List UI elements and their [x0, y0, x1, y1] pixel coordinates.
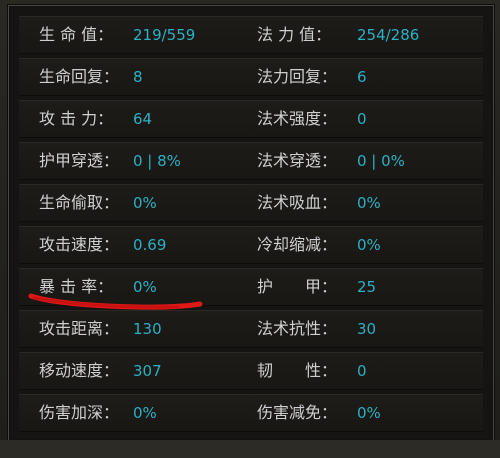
stat-value-health: 219/559 [133, 26, 196, 44]
stat-label-move-speed: 移动速度： [39, 361, 120, 380]
stat-row: 移动速度： 307 韧 性： 0 [19, 352, 483, 390]
stat-value-damage-reduction: 0% [357, 404, 381, 422]
stat-row: 暴 击 率： 0% 护 甲： 25 [19, 268, 483, 306]
stat-label-damage-amp: 伤害加深： [39, 403, 120, 422]
stat-value-attack-damage: 64 [133, 110, 153, 128]
window-bottom-edge [0, 440, 500, 458]
stat-label-spell-vamp: 法术吸血： [257, 193, 338, 212]
stat-value-armor: 25 [357, 278, 377, 296]
stat-label-tenacity: 韧 性： [257, 361, 338, 380]
stat-label-attack-range: 攻击距离： [39, 319, 120, 338]
stat-row: 生 命 值： 219/559 法 力 值： 254/286 [19, 16, 483, 54]
stat-value-armor-pen: 0 | 8% [133, 152, 181, 170]
stat-label-attack-speed: 攻击速度： [39, 235, 120, 254]
stat-row: 生命回复： 8 法力回复： 6 [19, 58, 483, 96]
stat-label-magic-pen: 法术穿透： [257, 151, 338, 170]
stat-value-attack-speed: 0.69 [133, 236, 167, 254]
stat-value-crit-chance: 0% [133, 278, 157, 296]
stat-label-attack-damage: 攻 击 力： [39, 109, 114, 128]
stat-row: 生命偷取： 0% 法术吸血： 0% [19, 184, 483, 222]
stat-label-cooldown-reduction: 冷却缩减： [257, 235, 338, 254]
stat-label-magic-resist: 法术抗性： [257, 319, 338, 338]
stat-value-tenacity: 0 [357, 362, 367, 380]
stat-label-ability-power: 法术强度： [257, 109, 338, 128]
stat-value-attack-range: 130 [133, 320, 162, 338]
stat-label-life-steal: 生命偷取： [39, 193, 120, 212]
stat-label-health: 生 命 值： [39, 25, 114, 44]
stat-value-mana: 254/286 [357, 26, 420, 44]
stat-label-damage-reduction: 伤害减免： [257, 403, 338, 422]
stat-label-health-regen: 生命回复： [39, 67, 120, 86]
stat-row: 护甲穿透： 0 | 8% 法术穿透： 0 | 0% [19, 142, 483, 180]
stat-value-damage-amp: 0% [133, 404, 157, 422]
stat-label-crit-chance: 暴 击 率： [39, 277, 114, 296]
stat-value-magic-resist: 30 [357, 320, 377, 338]
stats-window: 生 命 值： 219/559 法 力 值： 254/286 生命回复： 8 法力… [0, 0, 500, 458]
stat-row: 攻 击 力： 64 法术强度： 0 [19, 100, 483, 138]
stat-value-mana-regen: 6 [357, 68, 367, 86]
stat-row: 攻击速度： 0.69 冷却缩减： 0% [19, 226, 483, 264]
stat-label-mana: 法 力 值： [257, 25, 332, 44]
stats-panel: 生 命 值： 219/559 法 力 值： 254/286 生命回复： 8 法力… [8, 5, 494, 441]
stat-value-life-steal: 0% [133, 194, 157, 212]
stat-label-armor: 护 甲： [257, 277, 338, 296]
stat-value-health-regen: 8 [133, 68, 143, 86]
stat-row: 伤害加深： 0% 伤害减免： 0% [19, 394, 483, 432]
stat-value-cooldown-reduction: 0% [357, 236, 381, 254]
stat-value-ability-power: 0 [357, 110, 367, 128]
stat-value-spell-vamp: 0% [357, 194, 381, 212]
stat-label-armor-pen: 护甲穿透： [39, 151, 120, 170]
stat-value-move-speed: 307 [133, 362, 162, 380]
stat-value-magic-pen: 0 | 0% [357, 152, 405, 170]
stat-row: 攻击距离： 130 法术抗性： 30 [19, 310, 483, 348]
stat-label-mana-regen: 法力回复： [257, 67, 338, 86]
